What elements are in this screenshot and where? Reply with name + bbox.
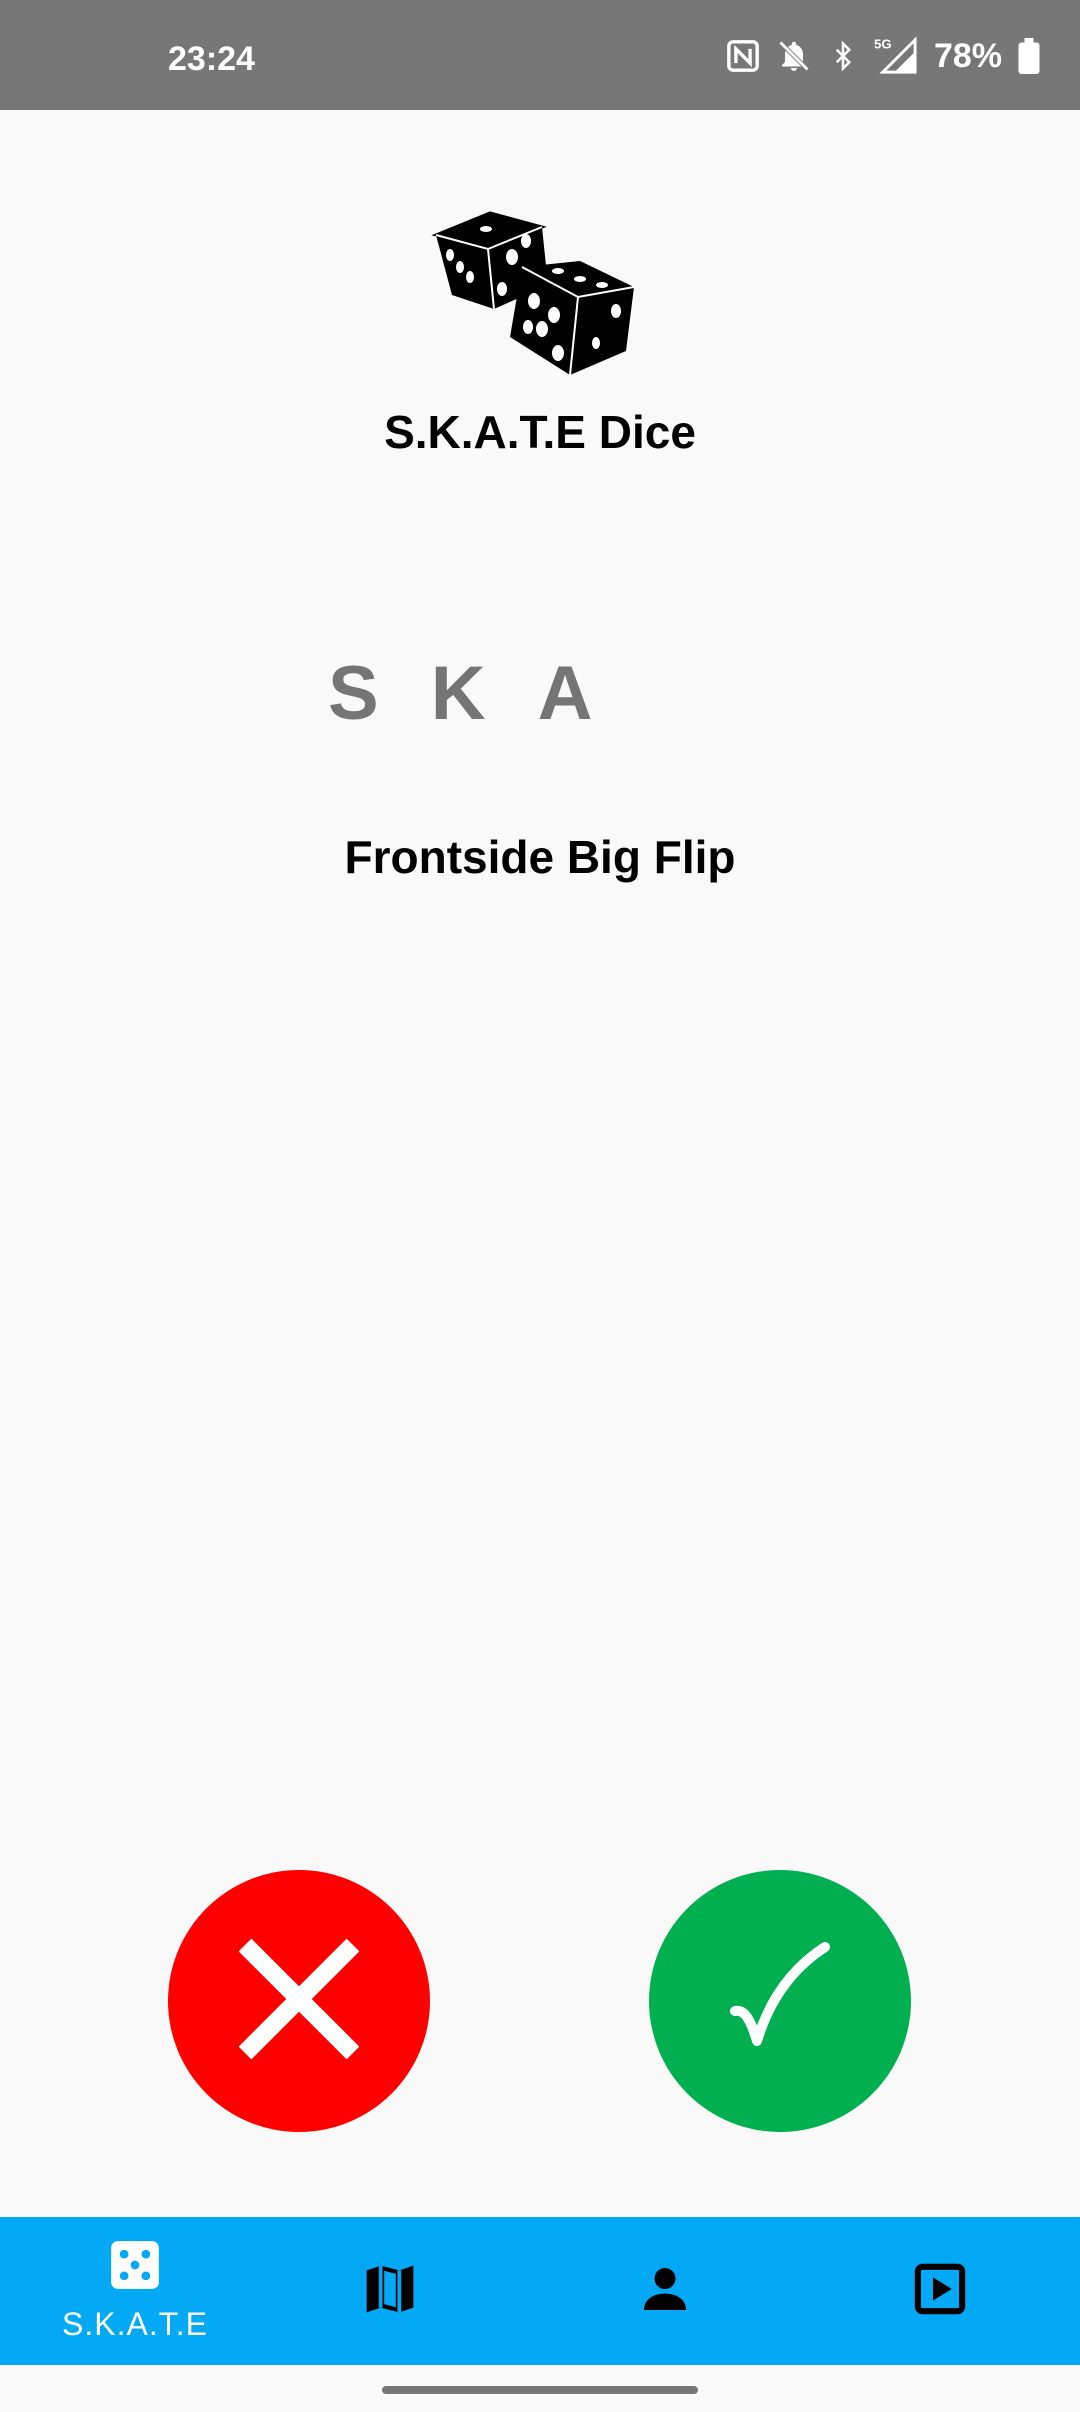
letters-row: S K A (328, 650, 592, 737)
battery-percent: 78% (933, 36, 1002, 75)
letter-s: S (328, 651, 379, 736)
dice-logo-icon (430, 205, 650, 390)
person-icon (637, 2261, 693, 2322)
nav-item-map[interactable] (255, 2217, 525, 2365)
map-icon (362, 2261, 418, 2322)
gesture-bar[interactable] (382, 2386, 698, 2394)
close-icon (238, 1938, 360, 2064)
status-bar: 23:24 5G 78% (0, 0, 1080, 110)
status-icons: 5G 78% (726, 36, 1040, 76)
nav-item-skate[interactable]: S.K.A.T.E (0, 2217, 270, 2365)
nfc-icon (726, 39, 760, 73)
dice-five-icon (109, 2239, 161, 2296)
bottom-nav: S.K.A.T.E (0, 2217, 1080, 2365)
checkmark-icon (725, 1939, 835, 2064)
signal-icon: 5G (874, 36, 918, 76)
letter-k: K (430, 651, 486, 736)
nav-item-videos[interactable] (805, 2217, 1075, 2365)
app-title: S.K.A.T.E Dice (384, 406, 696, 458)
battery-icon (1018, 38, 1040, 74)
land-button[interactable] (649, 1870, 911, 2132)
fail-button[interactable] (168, 1870, 430, 2132)
letter-a: A (537, 651, 593, 736)
network-label: 5G (874, 37, 892, 52)
bluetooth-icon (828, 38, 858, 74)
bell-off-icon (776, 38, 812, 74)
nav-item-profile[interactable] (530, 2217, 800, 2365)
nav-label-skate: S.K.A.T.E (62, 2306, 208, 2342)
status-time: 23:24 (168, 40, 255, 78)
trick-name: Frontside Big Flip (344, 831, 736, 883)
play-box-icon (912, 2261, 968, 2322)
